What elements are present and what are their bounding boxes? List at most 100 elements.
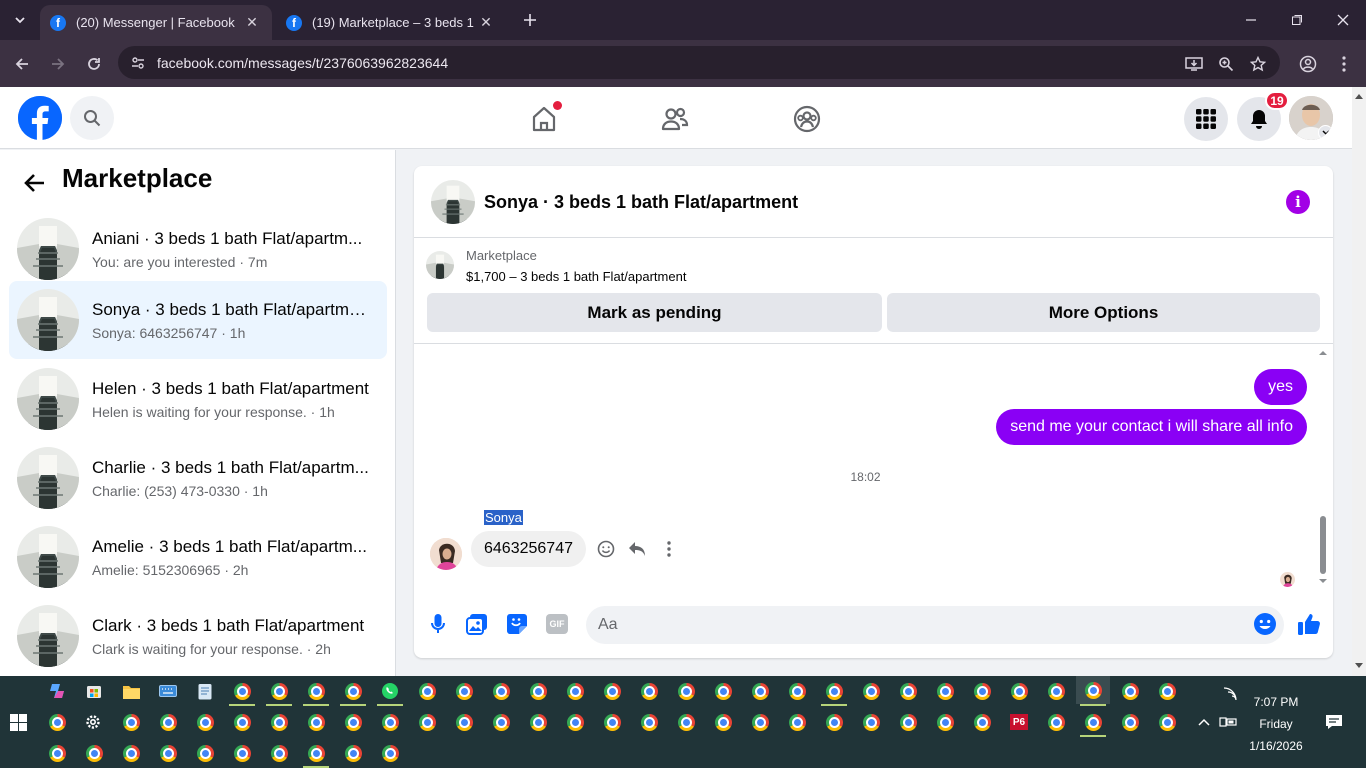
- chrome-icon[interactable]: [341, 710, 365, 734]
- chrome-icon[interactable]: [267, 710, 291, 734]
- battery-network-icon[interactable]: [1216, 710, 1240, 734]
- chrome-icon[interactable]: [230, 710, 254, 734]
- chrome-icon[interactable]: [378, 710, 402, 734]
- chrome-icon[interactable]: [711, 710, 735, 734]
- chrome-icon[interactable]: [822, 679, 846, 703]
- chat-title[interactable]: Sonya · 3 beds 1 bath Flat/apartment: [484, 192, 798, 213]
- groups-icon[interactable]: [789, 101, 825, 137]
- chrome-icon[interactable]: [1155, 679, 1179, 703]
- browser-menu-icon[interactable]: [1330, 50, 1358, 78]
- chrome-icon[interactable]: [193, 710, 217, 734]
- chrome-icon[interactable]: [156, 741, 180, 765]
- chrome-icon[interactable]: [489, 679, 513, 703]
- chrome-icon[interactable]: [304, 679, 328, 703]
- chrome-icon[interactable]: [45, 710, 69, 734]
- chrome-icon[interactable]: [452, 710, 476, 734]
- windows-start-icon[interactable]: [6, 710, 30, 734]
- conversation-item-charlie[interactable]: Charlie · 3 beds 1 bath Flat/apartm... C…: [9, 439, 387, 517]
- chrome-icon[interactable]: [156, 710, 180, 734]
- notepad-icon[interactable]: [193, 679, 217, 703]
- chrome-icon[interactable]: [119, 741, 143, 765]
- close-tab-icon[interactable]: ✕: [242, 14, 262, 31]
- sticker-icon[interactable]: [504, 611, 530, 637]
- chrome-icon[interactable]: [637, 710, 661, 734]
- gif-icon[interactable]: GIF: [544, 611, 570, 637]
- chrome-icon[interactable]: [637, 679, 661, 703]
- chrome-icon[interactable]: [193, 741, 217, 765]
- facebook-logo-icon[interactable]: [18, 96, 62, 140]
- home-icon[interactable]: [526, 101, 562, 137]
- chrome-icon[interactable]: [933, 710, 957, 734]
- chrome-icon[interactable]: [970, 710, 994, 734]
- chrome-icon[interactable]: [304, 741, 328, 765]
- chrome-icon[interactable]: [452, 679, 476, 703]
- tab-marketplace[interactable]: f (19) Marketplace – 3 beds 1 bath ✕: [276, 5, 506, 40]
- chrome-icon[interactable]: [600, 710, 624, 734]
- chrome-icon[interactable]: [1044, 710, 1068, 734]
- chrome-icon[interactable]: [526, 710, 550, 734]
- mark-as-pending-button[interactable]: Mark as pending: [427, 293, 882, 332]
- chrome-icon[interactable]: [1155, 710, 1179, 734]
- outgoing-message[interactable]: send me your contact i will share all in…: [996, 409, 1307, 445]
- chrome-icon[interactable]: [563, 710, 587, 734]
- info-icon[interactable]: i: [1286, 190, 1310, 214]
- wifi-icon[interactable]: [1218, 682, 1242, 706]
- conversation-item-sonya[interactable]: Sonya · 3 beds 1 bath Flat/apartme... So…: [9, 281, 387, 359]
- chrome-icon[interactable]: [1118, 679, 1142, 703]
- chrome-icon[interactable]: [933, 679, 957, 703]
- chrome-icon[interactable]: [563, 679, 587, 703]
- close-window-icon[interactable]: [1320, 0, 1366, 40]
- whatsapp-icon[interactable]: [378, 679, 402, 703]
- reload-icon[interactable]: [80, 50, 108, 78]
- new-tab-icon[interactable]: [516, 6, 544, 34]
- forward-icon[interactable]: [44, 50, 72, 78]
- chrome-icon-active[interactable]: [1076, 676, 1110, 704]
- search-icon[interactable]: [70, 96, 114, 140]
- message-scrollbar[interactable]: [1317, 344, 1329, 589]
- notification-center-icon[interactable]: [1322, 710, 1346, 734]
- microsoft-store-icon[interactable]: [82, 679, 106, 703]
- outgoing-message[interactable]: yes: [1254, 369, 1307, 405]
- chrome-icon[interactable]: [1007, 679, 1031, 703]
- chrome-icon[interactable]: [304, 710, 328, 734]
- chrome-icon[interactable]: [896, 710, 920, 734]
- sender-avatar[interactable]: [430, 538, 462, 570]
- account-chevron-down-icon[interactable]: [1318, 125, 1333, 140]
- menu-grid-icon[interactable]: [1184, 97, 1228, 141]
- reply-icon[interactable]: [626, 538, 648, 560]
- conversation-item-clark[interactable]: Clark · 3 beds 1 bath Flat/apartment Cla…: [9, 597, 387, 675]
- conversation-item-helen[interactable]: Helen · 3 beds 1 bath Flat/apartment Hel…: [9, 360, 387, 438]
- chrome-icon[interactable]: [415, 679, 439, 703]
- chrome-icon[interactable]: [785, 710, 809, 734]
- chrome-icon[interactable]: [45, 741, 69, 765]
- close-tab-icon[interactable]: ✕: [476, 14, 496, 31]
- chrome-icon[interactable]: [415, 710, 439, 734]
- settings-gear-icon[interactable]: [81, 710, 105, 734]
- zoom-icon[interactable]: [1212, 50, 1240, 78]
- install-app-icon[interactable]: [1180, 50, 1208, 78]
- chrome-icon[interactable]: [600, 679, 624, 703]
- bookmark-star-icon[interactable]: [1244, 50, 1272, 78]
- chrome-icon[interactable]: [526, 679, 550, 703]
- tab-search-dropdown-icon[interactable]: [6, 6, 34, 34]
- chrome-icon[interactable]: [230, 679, 254, 703]
- microphone-icon[interactable]: [425, 611, 451, 637]
- message-input[interactable]: [586, 606, 1284, 644]
- like-thumbs-up-icon[interactable]: [1296, 611, 1322, 637]
- minimize-icon[interactable]: [1228, 0, 1274, 40]
- chrome-icon[interactable]: [1081, 710, 1105, 734]
- listing-thumbnail[interactable]: [426, 251, 454, 279]
- incoming-message[interactable]: 6463256747: [471, 531, 586, 567]
- chrome-icon[interactable]: [711, 679, 735, 703]
- keyboard-icon[interactable]: [156, 679, 180, 703]
- chrome-icon[interactable]: [674, 710, 698, 734]
- tray-chevron-up-icon[interactable]: [1192, 710, 1216, 734]
- emoji-picker-icon[interactable]: [1252, 611, 1278, 637]
- chrome-icon[interactable]: [859, 679, 883, 703]
- page-scrollbar[interactable]: [1352, 87, 1366, 676]
- chrome-icon[interactable]: [822, 710, 846, 734]
- tab-messenger[interactable]: f (20) Messenger | Facebook ✕: [40, 5, 272, 40]
- chrome-icon[interactable]: [119, 710, 143, 734]
- chrome-icon[interactable]: [674, 679, 698, 703]
- chrome-icon[interactable]: [859, 710, 883, 734]
